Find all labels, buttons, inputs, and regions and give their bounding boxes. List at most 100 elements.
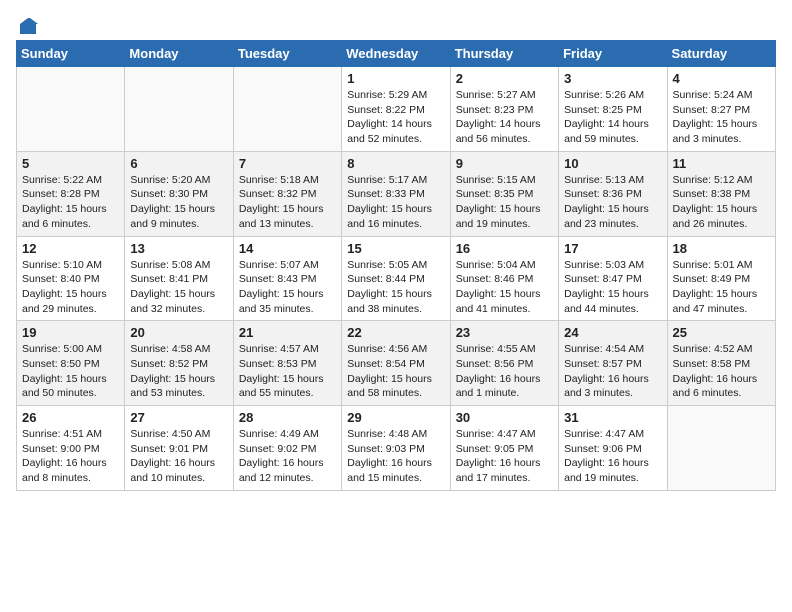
day-number: 20 — [130, 325, 227, 340]
day-number: 27 — [130, 410, 227, 425]
day-detail: Sunrise: 4:56 AM Sunset: 8:54 PM Dayligh… — [347, 342, 444, 401]
day-number: 15 — [347, 241, 444, 256]
day-detail: Sunrise: 5:01 AM Sunset: 8:49 PM Dayligh… — [673, 258, 770, 317]
day-number: 2 — [456, 71, 553, 86]
day-number: 1 — [347, 71, 444, 86]
calendar-empty-cell — [233, 67, 341, 152]
day-number: 25 — [673, 325, 770, 340]
calendar-day-12: 12 Sunrise: 5:10 AM Sunset: 8:40 PM Dayli… — [17, 236, 125, 321]
day-detail: Sunrise: 5:00 AM Sunset: 8:50 PM Dayligh… — [22, 342, 119, 401]
calendar-day-17: 17Sunrise: 5:03 AM Sunset: 8:47 PM Dayli… — [559, 236, 667, 321]
calendar-day-3: 3 Sunrise: 5:26 AM Sunset: 8:25 PM Daylig… — [559, 67, 667, 152]
calendar-day-8: 8 Sunrise: 5:17 AM Sunset: 8:33 PM Daylig… — [342, 151, 450, 236]
day-detail: Sunrise: 5:04 AM Sunset: 8:46 PM Dayligh… — [456, 258, 553, 317]
day-detail: Sunrise: 5:22 AM Sunset: 8:28 PM Dayligh… — [22, 173, 119, 232]
day-number: 9 — [456, 156, 553, 171]
day-number: 13 — [130, 241, 227, 256]
column-header-tuesday: Tuesday — [233, 41, 341, 67]
calendar-day-23: 23 Sunrise: 4:55 AM Sunset: 8:56 PM Dayli… — [450, 321, 558, 406]
calendar-day-13: 13 Sunrise: 5:08 AM Sunset: 8:41 PM Dayli… — [125, 236, 233, 321]
day-number: 21 — [239, 325, 336, 340]
day-detail: Sunrise: 4:58 AM Sunset: 8:52 PM Dayligh… — [130, 342, 227, 401]
calendar-day-15: 15 Sunrise: 5:05 AM Sunset: 8:44 PM Dayli… — [342, 236, 450, 321]
calendar-day-4: 4Sunrise: 5:24 AM Sunset: 8:27 PM Daylig… — [667, 67, 775, 152]
day-number: 19 — [22, 325, 119, 340]
logo-icon — [18, 16, 38, 36]
calendar-day-30: 30 Sunrise: 4:47 AM Sunset: 9:05 PM Dayli… — [450, 406, 558, 491]
day-number: 28 — [239, 410, 336, 425]
calendar-day-10: 10Sunrise: 5:13 AM Sunset: 8:36 PM Dayli… — [559, 151, 667, 236]
day-detail: Sunrise: 5:26 AM Sunset: 8:25 PM Dayligh… — [564, 88, 661, 147]
calendar-day-6: 6 Sunrise: 5:20 AM Sunset: 8:30 PM Daylig… — [125, 151, 233, 236]
day-number: 5 — [22, 156, 119, 171]
calendar-day-14: 14 Sunrise: 5:07 AM Sunset: 8:43 PM Dayli… — [233, 236, 341, 321]
calendar-empty-cell — [667, 406, 775, 491]
day-number: 29 — [347, 410, 444, 425]
calendar-day-29: 29 Sunrise: 4:48 AM Sunset: 9:03 PM Dayli… — [342, 406, 450, 491]
day-detail: Sunrise: 5:15 AM Sunset: 8:35 PM Dayligh… — [456, 173, 553, 232]
day-detail: Sunrise: 5:07 AM Sunset: 8:43 PM Dayligh… — [239, 258, 336, 317]
day-detail: Sunrise: 4:47 AM Sunset: 9:06 PM Dayligh… — [564, 427, 661, 486]
day-detail: Sunrise: 5:29 AM Sunset: 8:22 PM Dayligh… — [347, 88, 444, 147]
calendar-week-row: 12 Sunrise: 5:10 AM Sunset: 8:40 PM Dayli… — [17, 236, 776, 321]
day-detail: Sunrise: 4:55 AM Sunset: 8:56 PM Dayligh… — [456, 342, 553, 401]
day-detail: Sunrise: 5:20 AM Sunset: 8:30 PM Dayligh… — [130, 173, 227, 232]
calendar-table: SundayMondayTuesdayWednesdayThursdayFrid… — [16, 40, 776, 491]
day-number: 18 — [673, 241, 770, 256]
day-detail: Sunrise: 4:52 AM Sunset: 8:58 PM Dayligh… — [673, 342, 770, 401]
column-header-wednesday: Wednesday — [342, 41, 450, 67]
calendar-day-22: 22 Sunrise: 4:56 AM Sunset: 8:54 PM Dayli… — [342, 321, 450, 406]
column-header-thursday: Thursday — [450, 41, 558, 67]
day-number: 23 — [456, 325, 553, 340]
calendar-day-31: 31 Sunrise: 4:47 AM Sunset: 9:06 PM Dayli… — [559, 406, 667, 491]
calendar-day-11: 11Sunrise: 5:12 AM Sunset: 8:38 PM Dayli… — [667, 151, 775, 236]
calendar-day-26: 26 Sunrise: 4:51 AM Sunset: 9:00 PM Dayli… — [17, 406, 125, 491]
day-number: 30 — [456, 410, 553, 425]
calendar-empty-cell — [125, 67, 233, 152]
calendar-day-21: 21Sunrise: 4:57 AM Sunset: 8:53 PM Dayli… — [233, 321, 341, 406]
day-detail: Sunrise: 5:03 AM Sunset: 8:47 PM Dayligh… — [564, 258, 661, 317]
day-number: 22 — [347, 325, 444, 340]
day-number: 26 — [22, 410, 119, 425]
calendar-day-25: 25 Sunrise: 4:52 AM Sunset: 8:58 PM Dayli… — [667, 321, 775, 406]
page-header — [16, 16, 776, 32]
day-number: 8 — [347, 156, 444, 171]
calendar-week-row: 5 Sunrise: 5:22 AM Sunset: 8:28 PM Daylig… — [17, 151, 776, 236]
calendar-week-row: 19 Sunrise: 5:00 AM Sunset: 8:50 PM Dayli… — [17, 321, 776, 406]
column-header-friday: Friday — [559, 41, 667, 67]
logo — [16, 16, 38, 32]
day-number: 7 — [239, 156, 336, 171]
calendar-day-18: 18 Sunrise: 5:01 AM Sunset: 8:49 PM Dayli… — [667, 236, 775, 321]
day-detail: Sunrise: 4:50 AM Sunset: 9:01 PM Dayligh… — [130, 427, 227, 486]
day-number: 4 — [673, 71, 770, 86]
day-detail: Sunrise: 4:49 AM Sunset: 9:02 PM Dayligh… — [239, 427, 336, 486]
calendar-day-24: 24 Sunrise: 4:54 AM Sunset: 8:57 PM Dayli… — [559, 321, 667, 406]
day-detail: Sunrise: 5:08 AM Sunset: 8:41 PM Dayligh… — [130, 258, 227, 317]
day-detail: Sunrise: 5:18 AM Sunset: 8:32 PM Dayligh… — [239, 173, 336, 232]
day-number: 3 — [564, 71, 661, 86]
day-number: 14 — [239, 241, 336, 256]
day-detail: Sunrise: 4:47 AM Sunset: 9:05 PM Dayligh… — [456, 427, 553, 486]
day-detail: Sunrise: 4:54 AM Sunset: 8:57 PM Dayligh… — [564, 342, 661, 401]
day-detail: Sunrise: 5:17 AM Sunset: 8:33 PM Dayligh… — [347, 173, 444, 232]
calendar-day-9: 9 Sunrise: 5:15 AM Sunset: 8:35 PM Daylig… — [450, 151, 558, 236]
day-number: 6 — [130, 156, 227, 171]
day-detail: Sunrise: 4:51 AM Sunset: 9:00 PM Dayligh… — [22, 427, 119, 486]
day-detail: Sunrise: 5:05 AM Sunset: 8:44 PM Dayligh… — [347, 258, 444, 317]
day-number: 12 — [22, 241, 119, 256]
day-detail: Sunrise: 5:13 AM Sunset: 8:36 PM Dayligh… — [564, 173, 661, 232]
day-detail: Sunrise: 5:10 AM Sunset: 8:40 PM Dayligh… — [22, 258, 119, 317]
day-detail: Sunrise: 5:27 AM Sunset: 8:23 PM Dayligh… — [456, 88, 553, 147]
calendar-day-5: 5 Sunrise: 5:22 AM Sunset: 8:28 PM Daylig… — [17, 151, 125, 236]
calendar-week-row: 26 Sunrise: 4:51 AM Sunset: 9:00 PM Dayli… — [17, 406, 776, 491]
column-header-saturday: Saturday — [667, 41, 775, 67]
calendar-day-20: 20 Sunrise: 4:58 AM Sunset: 8:52 PM Dayli… — [125, 321, 233, 406]
day-number: 31 — [564, 410, 661, 425]
column-header-monday: Monday — [125, 41, 233, 67]
day-detail: Sunrise: 4:48 AM Sunset: 9:03 PM Dayligh… — [347, 427, 444, 486]
calendar-day-1: 1 Sunrise: 5:29 AM Sunset: 8:22 PM Daylig… — [342, 67, 450, 152]
day-number: 16 — [456, 241, 553, 256]
day-detail: Sunrise: 5:12 AM Sunset: 8:38 PM Dayligh… — [673, 173, 770, 232]
calendar-day-28: 28 Sunrise: 4:49 AM Sunset: 9:02 PM Dayli… — [233, 406, 341, 491]
day-number: 24 — [564, 325, 661, 340]
